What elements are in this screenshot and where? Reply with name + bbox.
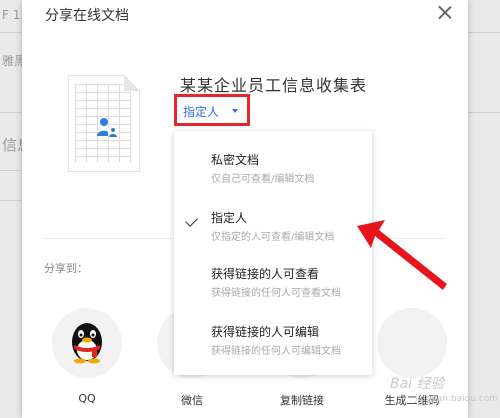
bg-divider xyxy=(0,170,22,171)
bg-divider xyxy=(468,112,500,113)
document-name: 某某企业员工信息收集表 xyxy=(180,76,368,95)
share-wechat-label: 微信 xyxy=(181,394,203,407)
check-icon xyxy=(185,214,198,227)
permission-menu: 私密文档 仅自己可查看/编辑文档 指定人 仅指定的人可查看/编辑文档 获得链接的… xyxy=(174,131,372,375)
qr-code-icon xyxy=(377,308,447,378)
permission-dropdown[interactable]: 指定人 xyxy=(174,94,250,126)
option-title: 获得链接的人可编辑 xyxy=(211,325,320,339)
permission-label: 指定人 xyxy=(183,105,220,119)
bg-divider xyxy=(0,32,22,33)
option-title: 获得链接的人可查看 xyxy=(211,267,320,281)
bg-divider xyxy=(0,112,22,113)
copy-link-label: 复制链接 xyxy=(280,394,324,407)
option-description: 获得链接的任何人可编辑文档 xyxy=(211,346,341,357)
option-specified-people[interactable]: 指定人 仅指定的人可查看/编辑文档 xyxy=(174,209,372,265)
share-qq-label: QQ xyxy=(78,392,96,405)
caret-down-icon xyxy=(232,109,238,113)
option-description: 仅指定的人可查看/编辑文档 xyxy=(211,232,335,243)
option-title: 私密文档 xyxy=(211,153,260,167)
qq-icon xyxy=(52,308,122,378)
option-description: 获得链接的任何人可查看文档 xyxy=(211,288,341,299)
person-icon xyxy=(97,118,118,137)
bg-divider xyxy=(468,32,500,33)
option-title: 指定人 xyxy=(211,211,248,225)
watermark-url: jingyan.baidu.com xyxy=(415,394,499,404)
watermark: Bai 经验 xyxy=(390,376,445,392)
option-link-edit[interactable]: 获得链接的人可编辑 获得链接的任何人可编辑文档 xyxy=(174,323,372,379)
dialog-title: 分享在线文档 xyxy=(45,8,129,24)
option-private[interactable]: 私密文档 仅自己可查看/编辑文档 xyxy=(174,151,372,207)
option-link-view[interactable]: 获得链接的人可查看 获得链接的任何人可查看文档 xyxy=(174,265,372,321)
option-description: 仅自己可查看/编辑文档 xyxy=(211,174,315,185)
document-thumbnail xyxy=(68,75,140,172)
close-icon[interactable] xyxy=(434,2,456,24)
share-qq-button[interactable]: QQ xyxy=(52,308,122,418)
bg-divider xyxy=(0,200,22,201)
page-fold xyxy=(124,75,140,91)
share-to-label: 分享到： xyxy=(44,262,88,275)
annotation-arrow-icon xyxy=(357,220,447,290)
